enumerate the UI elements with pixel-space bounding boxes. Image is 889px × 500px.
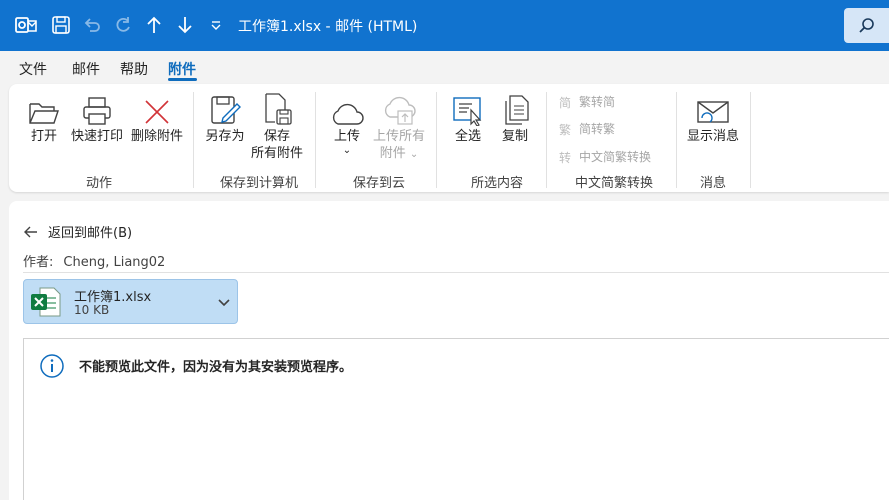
traditional-to-simplified-button: 简 繁转简 — [559, 93, 615, 110]
menu-bar: 文件 邮件 帮助 附件 — [0, 51, 889, 84]
svg-text:简: 简 — [559, 96, 571, 109]
save-all-attachments-button[interactable]: 保存 所有附件 — [249, 92, 305, 162]
group-label-chinese: 中文简繁转换 — [574, 176, 653, 191]
show-message-button[interactable]: 显示消息 — [685, 92, 741, 145]
menu-attachment[interactable]: 附件 — [168, 59, 196, 79]
group-label-actions: 动作 — [85, 176, 112, 191]
chevron-down-icon: ⌄ — [342, 145, 352, 156]
chinese-conversion-label: 中文简繁转换 — [579, 150, 652, 164]
save-as-icon — [203, 92, 247, 126]
copy-button[interactable]: 复制 — [495, 92, 535, 145]
back-to-message-label: 返回到邮件(B) — [48, 226, 133, 241]
group-divider — [676, 92, 677, 188]
envelope-icon — [685, 92, 741, 126]
copy-label: 复制 — [501, 129, 528, 144]
group-divider — [315, 92, 316, 188]
group-divider — [436, 92, 437, 188]
show-message-label: 显示消息 — [686, 129, 739, 144]
select-all-label: 全选 — [454, 129, 481, 144]
save-icon[interactable] — [49, 13, 73, 37]
group-label-selection: 所选内容 — [470, 176, 523, 191]
arrow-left-icon — [24, 226, 37, 237]
traditional-to-simplified-label: 繁转简 — [579, 95, 616, 109]
upload-button[interactable]: 上传 ⌄ — [327, 92, 367, 157]
save-as-button[interactable]: 另存为 — [203, 92, 247, 145]
attachment-chip[interactable]: 工作簿1.xlsx 10 KB — [23, 279, 238, 324]
save-all-label-line1: 保存 — [263, 129, 290, 144]
remove-attachment-label: 删除附件 — [130, 129, 183, 144]
copy-icon — [495, 92, 535, 126]
menu-mail[interactable]: 邮件 — [72, 59, 100, 79]
group-label-message: 消息 — [699, 176, 726, 191]
svg-text:繁: 繁 — [559, 122, 571, 136]
ribbon: 打开 快速打印 删除附件 动作 另存为 保存 所有附件 保存到计算机 上传 ⌄ — [9, 84, 889, 192]
chevron-down-icon: ⌄ — [409, 149, 419, 160]
author-label: 作者: — [23, 255, 54, 270]
printer-icon — [69, 92, 125, 126]
group-divider — [750, 92, 751, 188]
upload-label: 上传 — [333, 129, 360, 144]
author-row: 作者: Cheng, Liang02 — [23, 251, 165, 270]
undo-icon[interactable] — [80, 13, 104, 37]
group-divider — [193, 92, 194, 188]
chinese-conversion-button: 转 中文简繁转换 — [559, 148, 651, 165]
customize-toolbar-icon[interactable] — [204, 13, 228, 37]
attachment-size: 10 KB — [74, 303, 110, 317]
menu-file[interactable]: 文件 — [19, 59, 47, 79]
upload-all-label-text: 附件 — [379, 146, 406, 161]
cloud-icon — [327, 92, 367, 126]
svg-text:转: 转 — [559, 150, 571, 164]
menu-help[interactable]: 帮助 — [120, 59, 148, 79]
redo-icon[interactable] — [111, 13, 135, 37]
quick-print-label: 快速打印 — [70, 129, 123, 144]
preview-area: 不能预览此文件，因为没有为其安装预览程序。 — [23, 338, 889, 500]
cloud-upload-icon — [371, 92, 427, 126]
arrow-up-icon[interactable] — [142, 13, 166, 37]
outlook-app-icon — [14, 13, 38, 37]
search-button[interactable] — [844, 8, 889, 43]
open-folder-icon — [24, 92, 64, 126]
search-icon — [858, 17, 874, 33]
select-all-button[interactable]: 全选 — [447, 92, 489, 145]
simplified-to-traditional-label: 简转繁 — [579, 122, 616, 136]
chinese-convert-icon: 转 — [559, 150, 571, 164]
upload-all-attachments-button: 上传所有 附件 ⌄ — [371, 92, 427, 163]
delete-x-icon — [129, 92, 185, 126]
group-label-save-cloud: 保存到云 — [352, 176, 405, 191]
select-all-icon — [447, 92, 489, 126]
group-label-save-computer: 保存到计算机 — [219, 176, 298, 191]
open-button[interactable]: 打开 — [24, 92, 64, 145]
info-icon — [39, 353, 65, 383]
upload-all-label-line1: 上传所有 — [372, 129, 425, 144]
author-value: Cheng, Liang02 — [63, 255, 166, 270]
remove-attachment-button[interactable]: 删除附件 — [129, 92, 185, 145]
simplified-to-traditional-button: 繁 简转繁 — [559, 120, 615, 137]
save-all-icon — [249, 92, 305, 126]
window-title: 工作簿1.xlsx - 邮件 (HTML) — [238, 19, 418, 35]
convert-tc-sc-icon: 简 — [559, 96, 571, 109]
upload-all-label-line2: 附件 ⌄ — [371, 145, 427, 163]
quick-print-button[interactable]: 快速打印 — [69, 92, 125, 145]
arrow-down-icon[interactable] — [173, 13, 197, 37]
open-label: 打开 — [30, 129, 57, 144]
save-all-label-line2: 所有附件 — [250, 146, 303, 161]
convert-sc-tc-icon: 繁 — [559, 122, 571, 136]
back-to-message-button[interactable]: 返回到邮件(B) — [24, 222, 132, 241]
chevron-down-icon[interactable] — [217, 294, 231, 313]
group-divider — [546, 92, 547, 188]
save-as-label: 另存为 — [205, 129, 245, 144]
excel-file-icon — [30, 286, 62, 322]
active-tab-indicator — [168, 78, 197, 81]
preview-unavailable-message: 不能预览此文件，因为没有为其安装预览程序。 — [79, 360, 353, 375]
header-divider — [23, 272, 889, 273]
title-bar: 工作簿1.xlsx - 邮件 (HTML) — [0, 0, 889, 51]
